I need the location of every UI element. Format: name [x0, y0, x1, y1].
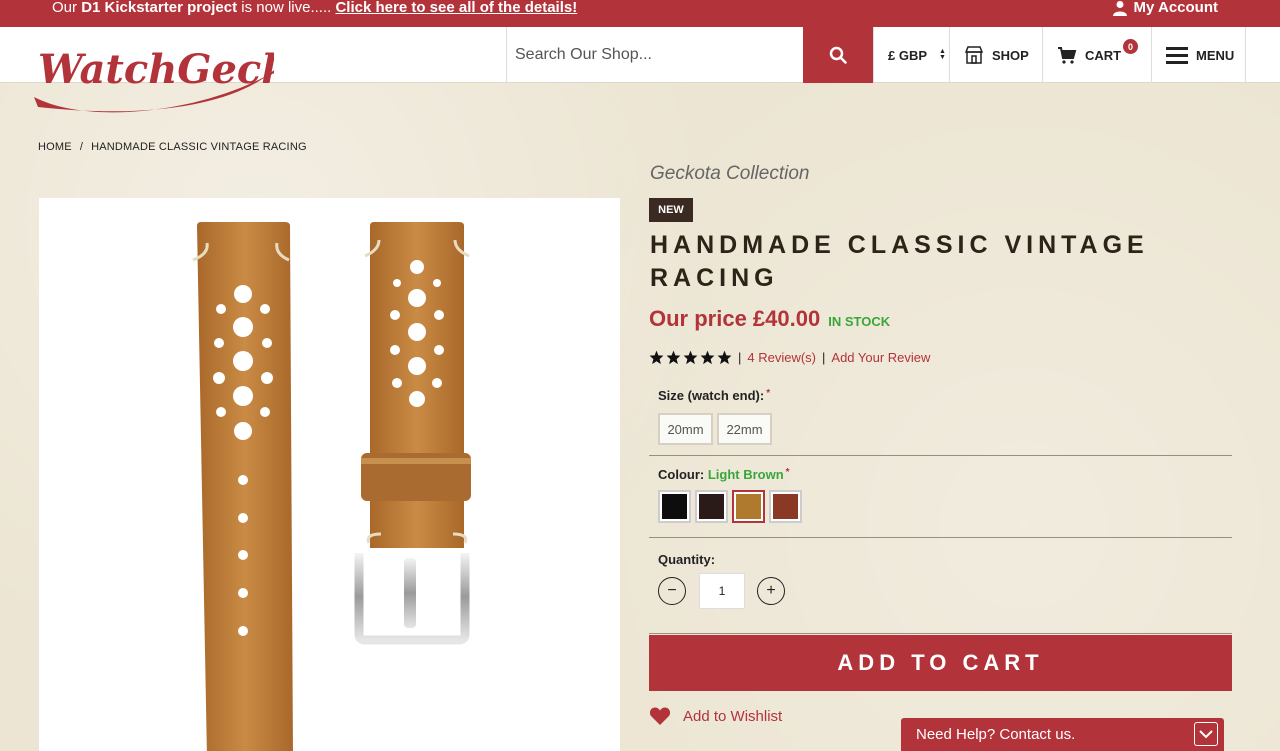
swatch-fill: [699, 494, 724, 519]
quantity-increase-button[interactable]: +: [757, 577, 785, 605]
promo-middle: is now live.....: [237, 0, 336, 16]
promo-bar: Our D1 Kickstarter project is now live..…: [0, 0, 1280, 27]
updown-icon: ▲ ▼: [939, 48, 946, 61]
colour-swatch[interactable]: [769, 490, 802, 523]
colour-swatch[interactable]: [732, 490, 765, 523]
star-icon: [666, 350, 681, 365]
colour-value: Light Brown: [707, 467, 784, 482]
add-review-link[interactable]: Add Your Review: [831, 350, 930, 365]
cart-count-badge: 0: [1123, 39, 1138, 54]
search-input[interactable]: Search Our Shop...: [506, 27, 803, 83]
price-row: Our price £40.00 IN STOCK: [649, 306, 890, 332]
cart-label: CART: [1085, 47, 1122, 63]
chevron-down-icon[interactable]: [1194, 722, 1218, 746]
currency-select[interactable]: £ GBP ▲ ▼: [873, 27, 949, 83]
site-header: WatchGecko Search Our Shop... £ GBP ▲▼ S…: [0, 27, 1280, 113]
help-label: Need Help? Contact us.: [916, 726, 1076, 743]
breadcrumb: HOME / HANDMADE CLASSIC VINTAGE RACING: [38, 141, 307, 153]
new-badge: NEW: [649, 198, 693, 222]
colour-option-group: Colour: Light Brown *: [649, 456, 1232, 538]
quantity-label: Quantity:: [658, 552, 716, 567]
rating-divider: |: [738, 350, 742, 365]
quantity-input[interactable]: 1: [699, 573, 745, 609]
colour-label: Colour:: [658, 467, 705, 482]
add-to-wishlist-link[interactable]: Add to Wishlist: [649, 706, 782, 726]
size-required-mark: *: [766, 388, 771, 399]
rating-row: | 4 Review(s) | Add Your Review: [649, 350, 930, 365]
menu-button[interactable]: MENU: [1151, 27, 1246, 83]
swatch-fill: [736, 494, 761, 519]
watchgecko-logo[interactable]: WatchGecko: [28, 35, 274, 115]
menu-label: MENU: [1196, 47, 1235, 63]
swatch-fill: [662, 494, 687, 519]
star-icon: [649, 350, 664, 365]
help-contact-widget[interactable]: Need Help? Contact us.: [901, 718, 1224, 751]
colour-swatch[interactable]: [695, 490, 728, 523]
user-icon: [1112, 1, 1127, 16]
shop-label: SHOP: [992, 47, 1029, 63]
breadcrumb-current: HANDMADE CLASSIC VINTAGE RACING: [91, 141, 307, 153]
star-icon: [700, 350, 715, 365]
product-price: Our price £40.00: [649, 306, 821, 331]
size-label-row: Size (watch end): *: [649, 388, 1232, 403]
cart-icon: [1058, 47, 1077, 64]
my-account-link[interactable]: My Account: [1112, 0, 1218, 16]
search-button[interactable]: [803, 27, 873, 83]
wishlist-label: Add to Wishlist: [683, 707, 783, 725]
search-icon: [829, 46, 847, 64]
product-image[interactable]: [39, 198, 620, 751]
product-title: HANDMADE CLASSIC VINTAGE RACING: [650, 231, 1149, 292]
promo-message: Our D1 Kickstarter project is now live..…: [52, 0, 577, 16]
breadcrumb-separator: /: [79, 141, 84, 153]
logo-text: WatchGecko: [38, 46, 274, 93]
shop-link[interactable]: SHOP: [949, 27, 1042, 83]
quantity-stepper: − 1 +: [649, 573, 1232, 609]
rating-stars: [649, 350, 732, 365]
my-account-label: My Account: [1133, 0, 1218, 16]
quantity-decrease-button[interactable]: −: [658, 577, 686, 605]
cart-link[interactable]: CART 0: [1042, 27, 1151, 83]
store-icon: [964, 46, 984, 64]
star-icon: [683, 350, 698, 365]
hamburger-icon: [1166, 47, 1188, 64]
review-divider: |: [822, 350, 826, 365]
size-buttons: 20mm 22mm: [649, 413, 1232, 445]
promo-project: D1 Kickstarter project: [81, 0, 238, 16]
heart-icon: [649, 707, 671, 725]
reviews-link[interactable]: 4 Review(s): [747, 350, 816, 365]
quantity-group: Quantity: − 1 +: [649, 538, 1232, 634]
currency-label: £ GBP: [888, 47, 928, 63]
colour-required-mark: *: [785, 467, 790, 478]
size-option-22mm[interactable]: 22mm: [717, 413, 772, 445]
size-option-20mm[interactable]: 20mm: [658, 413, 713, 445]
promo-link[interactable]: Click here to see all of the details!: [335, 0, 577, 16]
swatch-fill: [773, 494, 798, 519]
size-label: Size (watch end):: [658, 388, 765, 403]
watch-strap-image: [192, 222, 471, 751]
size-option-group: Size (watch end): * 20mm 22mm: [649, 380, 1232, 456]
stock-status: IN STOCK: [828, 314, 891, 329]
product-options: Size (watch end): * 20mm 22mm Colour: Lig…: [649, 380, 1232, 634]
star-icon: [717, 350, 732, 365]
product-collection[interactable]: Geckota Collection: [650, 163, 809, 185]
promo-prefix: Our: [52, 0, 82, 16]
breadcrumb-home[interactable]: HOME: [38, 141, 72, 153]
colour-swatch[interactable]: [658, 490, 691, 523]
colour-label-row: Colour: Light Brown *: [649, 467, 1232, 482]
add-to-cart-button[interactable]: ADD TO CART: [649, 635, 1232, 691]
colour-swatches: [649, 490, 1232, 523]
search-placeholder: Search Our Shop...: [515, 46, 652, 63]
